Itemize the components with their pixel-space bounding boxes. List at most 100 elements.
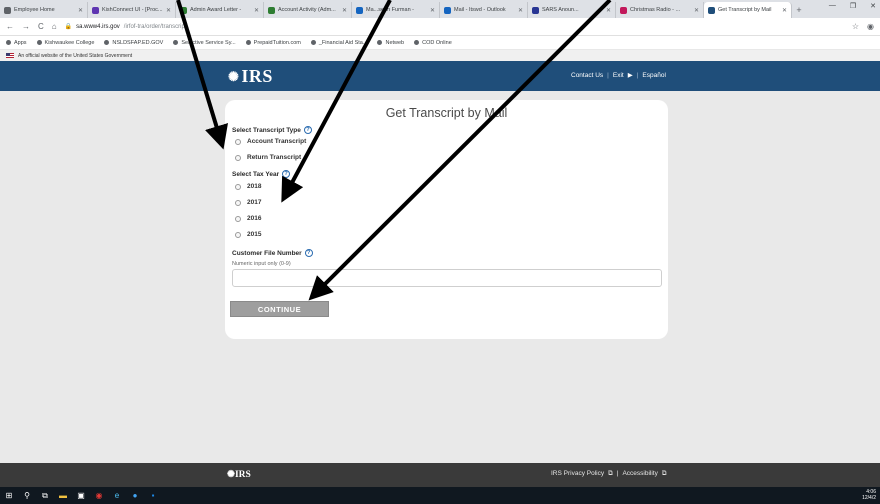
favicon-icon [180, 6, 187, 14]
bookmark-item[interactable]: Kishwaukee College [36, 40, 94, 46]
close-tab-icon[interactable]: ✕ [430, 7, 435, 14]
accessibility-link[interactable]: Accessibility [622, 470, 657, 478]
search-icon[interactable]: ⚲ [22, 491, 32, 501]
browser-tab[interactable]: SARS Anoun... ✕ [528, 2, 616, 18]
help-icon[interactable]: ? [304, 249, 313, 257]
browser-tab[interactable]: Get Transcript by Mail ✕ [704, 2, 792, 18]
radio-circle[interactable] [235, 231, 241, 238]
gov-banner-text: An official website of the United States… [18, 52, 133, 59]
windows-taskbar: ⊞ ⚲ ⧉ ▬ ▣ ◉ e ● ▪ 4:06 12/4/2 [0, 487, 880, 504]
radio-circle[interactable] [235, 215, 241, 222]
tab-title: SARS Anoun... [542, 7, 579, 13]
bookmark-item[interactable]: PrepaidTuition.com [245, 39, 301, 46]
close-tab-icon[interactable]: ✕ [694, 7, 699, 14]
customer-file-hint: Numeric input only (0-9) [232, 261, 291, 267]
radio-circle[interactable] [235, 154, 241, 161]
close-tab-icon[interactable]: ✕ [78, 7, 83, 14]
bookmark-label: Selective Service Sy... [181, 39, 236, 46]
bookmark-item[interactable]: Netweb [377, 40, 404, 46]
bookmark-item[interactable]: NSLDSFAP.ED.GOV [104, 40, 163, 46]
customer-file-label: Customer File Number ? [232, 249, 313, 257]
bookmark-icon [36, 40, 42, 45]
radio-account-transcript[interactable]: Account Transcript [235, 138, 306, 145]
help-icon[interactable]: ? [303, 126, 312, 134]
espanol-link[interactable]: Español [642, 72, 666, 79]
browser-tab[interactable]: Admin Award Letter - ✕ [176, 2, 264, 18]
new-tab-button[interactable]: + [792, 2, 806, 18]
back-icon[interactable]: ← [6, 22, 14, 31]
bookmark-item[interactable]: _Financial Aid Sta... [310, 40, 367, 46]
help-icon[interactable]: ? [282, 170, 291, 178]
customer-file-label-text: Customer File Number [232, 249, 302, 257]
divider: | [636, 71, 639, 79]
tab-title: Christmas Radio - ... [630, 7, 681, 13]
store-icon[interactable]: ▣ [76, 491, 86, 501]
browser-tab[interactable]: Employee Home ✕ [0, 2, 88, 18]
bookmark-label: Netweb [385, 39, 405, 46]
radio-circle[interactable] [235, 183, 241, 190]
page-title: Get Transcript by Mail [385, 106, 508, 120]
radio-label: Account Transcript [247, 138, 307, 145]
close-tab-icon[interactable]: ✕ [606, 7, 611, 14]
close-tab-icon[interactable]: ✕ [518, 7, 523, 14]
bookmark-icon [245, 40, 251, 45]
bookmark-item[interactable]: Selective Service Sy... [173, 39, 236, 46]
radio-year-2015[interactable]: 2015 [235, 231, 261, 238]
browser-tab[interactable]: Mail - Itswd - Outlook ✕ [440, 2, 528, 18]
bookmark-item[interactable]: Apps [6, 40, 27, 46]
window-controls: — ❐ ✕ [829, 2, 876, 10]
bookmark-item[interactable]: COD Online [414, 40, 452, 46]
url-field[interactable]: 🔒 sa.www4.irs.gov/irfof-tra/order/transc… [65, 21, 844, 33]
home-icon[interactable]: ⌂ [52, 22, 57, 31]
footer-logo[interactable]: ✺IRS [227, 469, 251, 480]
transcript-type-label: Select Transcript Type ? [232, 126, 312, 134]
continue-button[interactable]: CONTINUE [230, 301, 329, 317]
exit-link[interactable]: Exit [613, 72, 624, 79]
profile-icon[interactable]: ◉ [867, 22, 874, 31]
close-tab-icon[interactable]: ✕ [782, 7, 787, 14]
close-tab-icon[interactable]: ✕ [254, 7, 259, 14]
browser-tab[interactable]: KishConnect UI - [Proc... ✕ [88, 2, 176, 18]
close-tab-icon[interactable]: ✕ [166, 7, 171, 14]
radio-year-2017[interactable]: 2017 [235, 199, 261, 206]
radio-year-2016[interactable]: 2016 [235, 215, 261, 222]
external-link-icon: ⧉ [608, 470, 613, 477]
transcript-type-label-text: Select Transcript Type [232, 126, 301, 134]
forward-icon[interactable]: → [22, 22, 30, 31]
outlook-icon[interactable]: ▪ [148, 491, 158, 501]
chrome-icon[interactable]: ◉ [94, 491, 104, 501]
task-view-icon[interactable]: ⧉ [40, 491, 50, 501]
tab-title: Get Transcript by Mail [718, 7, 772, 13]
internet-explorer-icon[interactable]: e [112, 491, 122, 501]
close-icon[interactable]: ✕ [870, 2, 876, 10]
customer-file-input[interactable] [232, 269, 662, 287]
radio-circle[interactable] [235, 199, 241, 206]
restore-icon[interactable]: ❐ [850, 2, 856, 10]
bookmark-label: NSLDSFAP.ED.GOV [112, 39, 164, 46]
radio-return-transcript[interactable]: Return Transcript [235, 154, 301, 161]
radio-year-2018[interactable]: 2018 [235, 183, 261, 190]
lock-icon: 🔒 [64, 24, 73, 30]
privacy-policy-link[interactable]: IRS Privacy Policy [551, 470, 604, 478]
minimize-icon[interactable]: — [829, 2, 836, 10]
bookmark-icon [310, 40, 316, 45]
file-explorer-icon[interactable]: ▬ [58, 491, 68, 501]
reload-icon[interactable]: C [38, 22, 44, 31]
browser-tab[interactable]: Ma...sean Furman - ✕ [352, 2, 440, 18]
contact-us-link[interactable]: Contact Us [571, 72, 603, 79]
system-clock[interactable]: 4:06 12/4/2 [862, 489, 876, 501]
clock-date: 12/4/2 [862, 495, 876, 501]
irs-logo[interactable]: ✺ IRS [228, 66, 273, 87]
bookmark-icon [377, 40, 383, 45]
footer-links: IRS Privacy Policy ⧉ | Accessibility ⧉ [551, 470, 667, 478]
browser-tab[interactable]: Account Activity (Adm... ✕ [264, 2, 352, 18]
windows-start-icon[interactable]: ⊞ [4, 491, 14, 501]
bookmark-label: PrepaidTuition.com [253, 39, 301, 46]
browser-tab[interactable]: Christmas Radio - ... ✕ [616, 2, 704, 18]
app-icon[interactable]: ● [130, 491, 140, 501]
radio-circle[interactable] [235, 138, 241, 145]
close-tab-icon[interactable]: ✕ [342, 7, 347, 14]
gov-banner: An official website of the United States… [0, 50, 880, 61]
star-icon[interactable]: ☆ [852, 22, 859, 31]
exit-icon: ▶ [627, 72, 633, 79]
